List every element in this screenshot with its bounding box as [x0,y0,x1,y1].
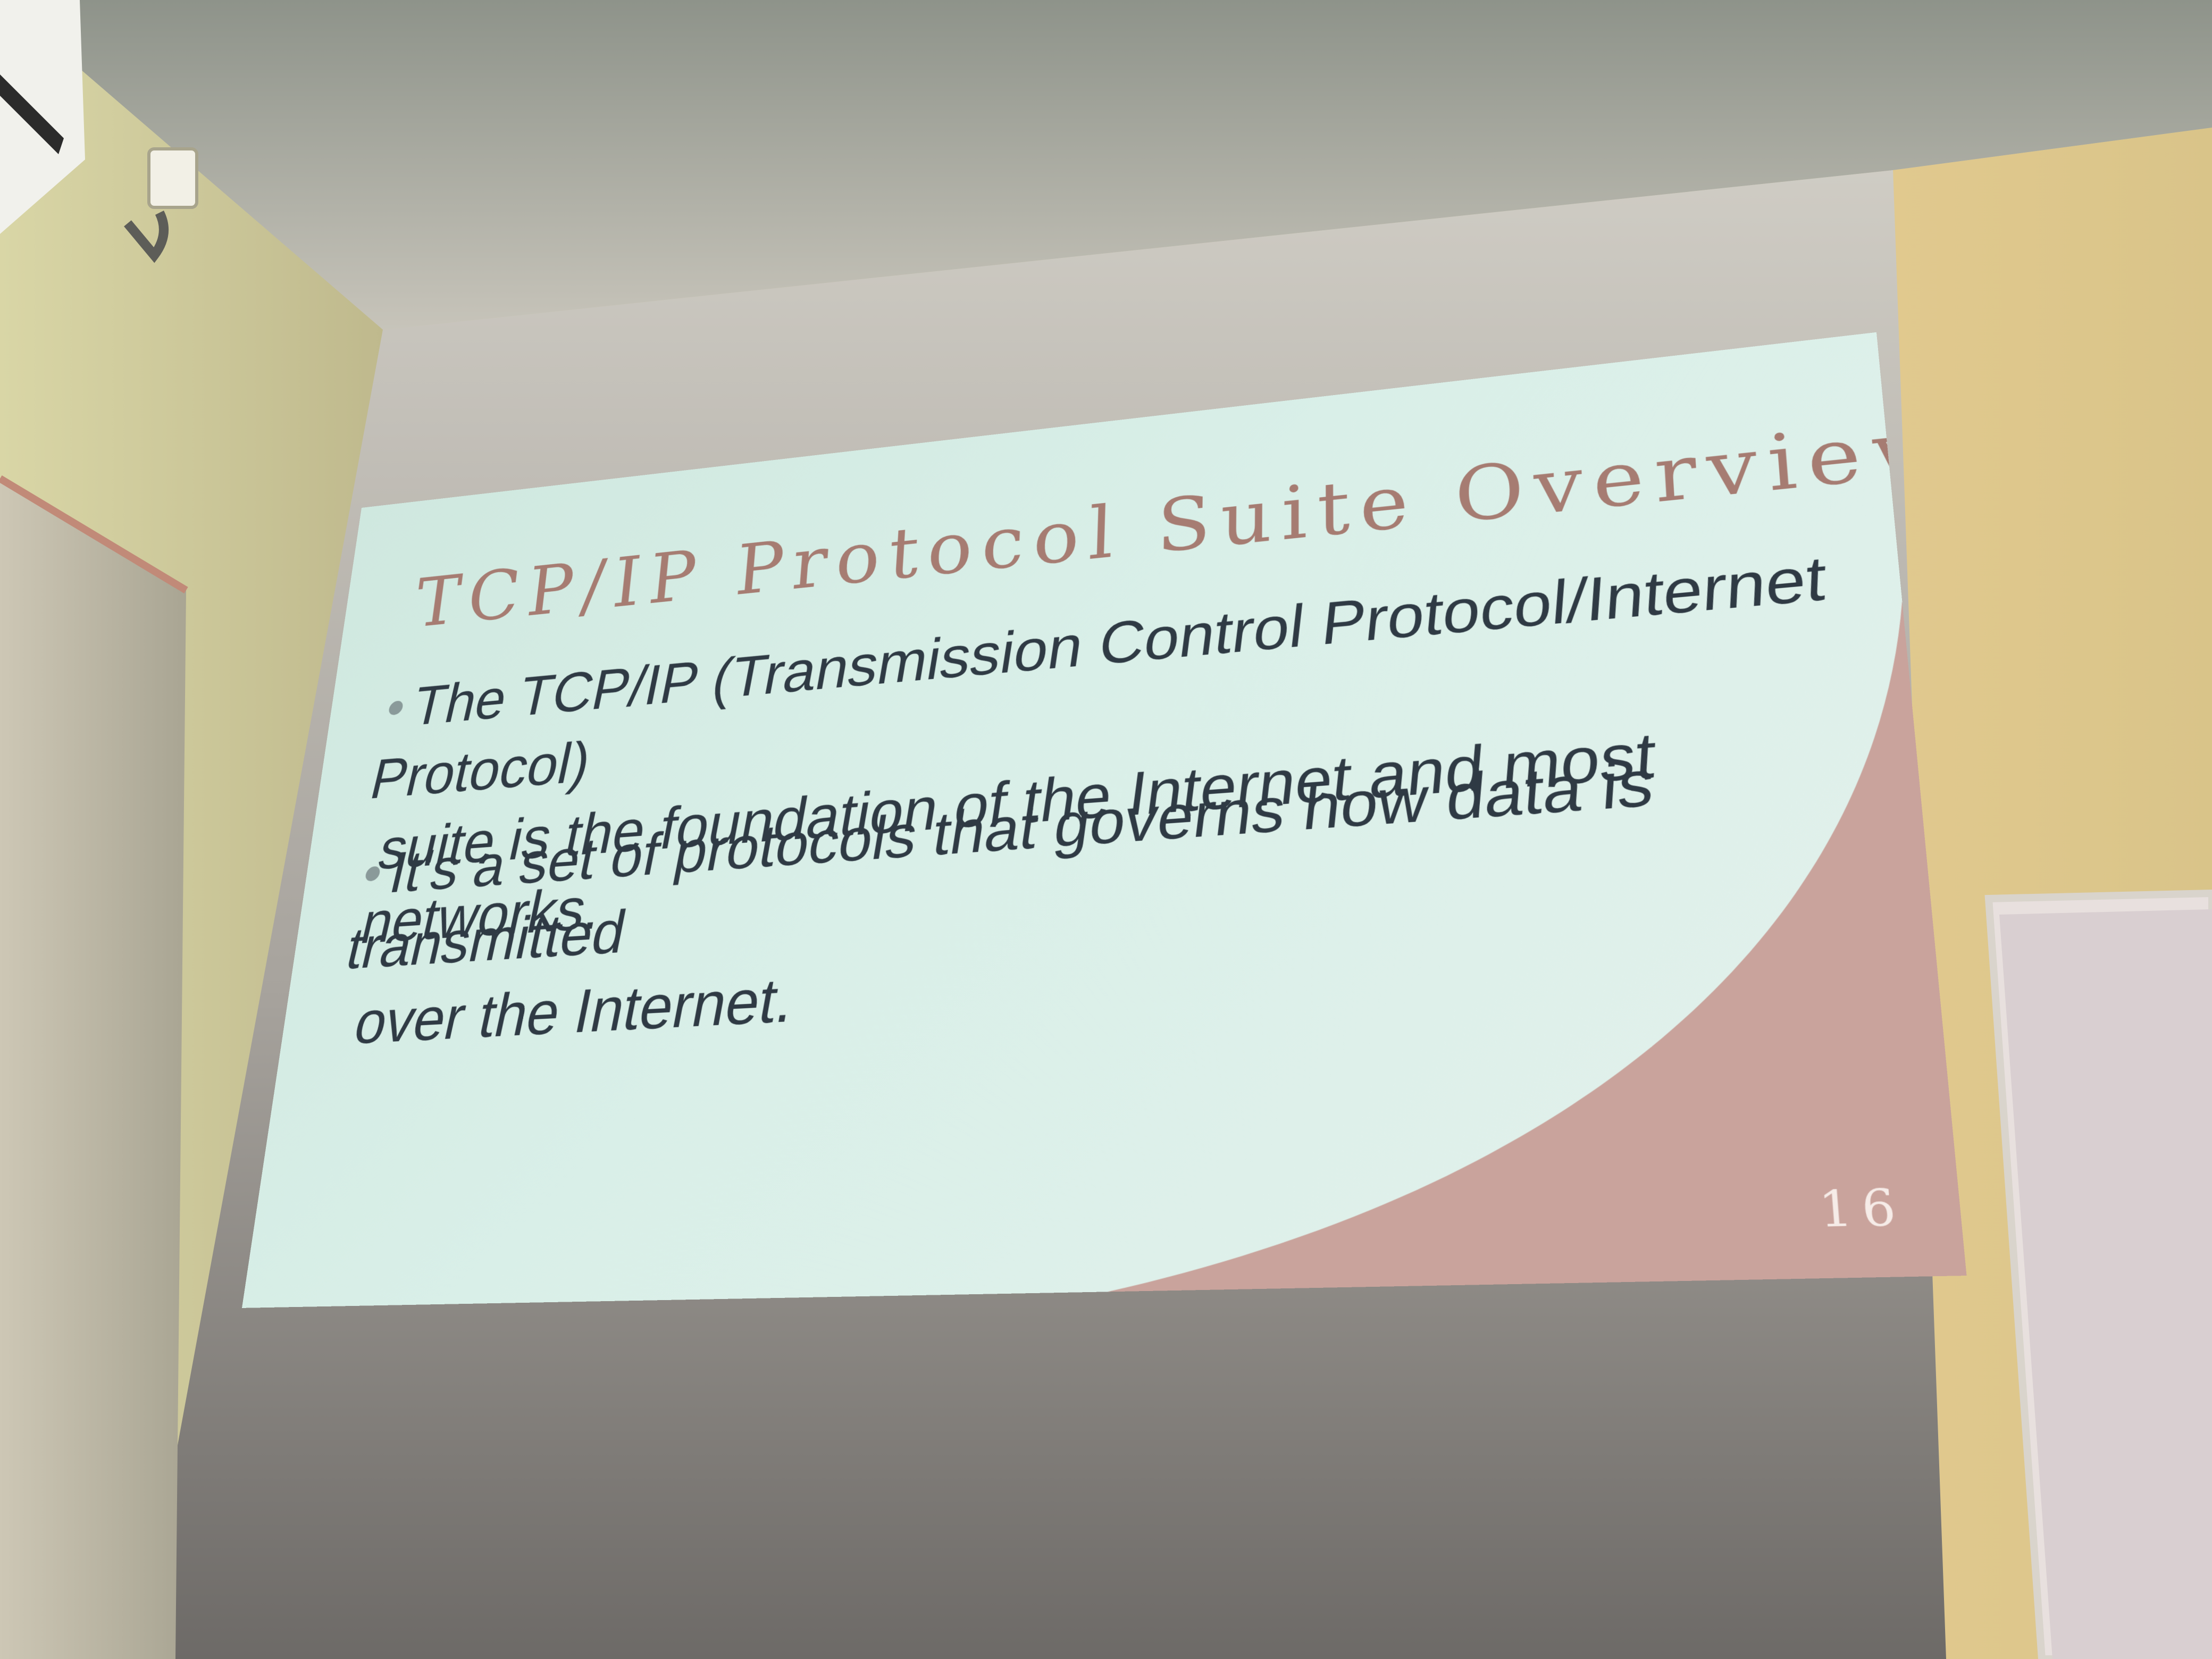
bullet-dot-icon [364,866,382,882]
slide-page-number: 16 [1817,1179,1908,1240]
bullet-dot-icon [387,700,405,716]
photo-scene: TCP/IP Protocol Suite Overview The TCP/I… [0,0,2212,1659]
